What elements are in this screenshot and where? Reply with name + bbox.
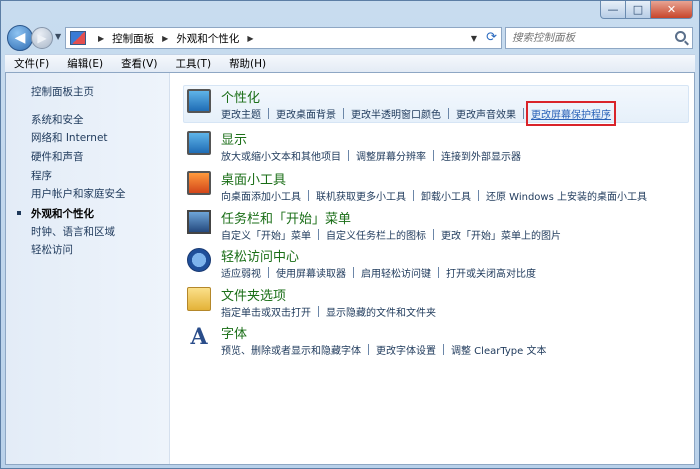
breadcrumb-appearance[interactable]: 外观和个性化 [176, 31, 239, 46]
link-change-sound-effects[interactable]: 更改声音效果 [456, 106, 516, 121]
category-title[interactable]: 显示 [221, 129, 247, 148]
category-title[interactable]: 任务栏和「开始」菜单 [221, 208, 351, 227]
sidebar-item-clock-language[interactable]: 时钟、语言和区域 [31, 224, 115, 239]
sidebar-item-appearance: 外观和个性化 [31, 208, 94, 220]
breadcrumb-arrow-icon[interactable]: ▶ [247, 34, 253, 43]
gadget-icon[interactable] [187, 171, 211, 195]
link-turn-on-easy-access-keys[interactable]: 启用轻松访问键 [361, 265, 431, 280]
sidebar-item-user-accounts[interactable]: 用户帐户和家庭安全 [31, 186, 126, 201]
sidebar-item-network[interactable]: 网络和 Internet [31, 130, 108, 145]
close-button[interactable]: ✕ [651, 1, 693, 19]
link-use-screen-reader[interactable]: 使用屏幕读取器 [276, 265, 346, 280]
content-area: 控制面板主页 系统和安全 网络和 Internet 硬件和声音 程序 用户帐户和… [5, 72, 695, 465]
menu-view[interactable]: 查看(V) [112, 56, 166, 71]
category-folder-options: 文件夹选项 指定单击或双击打开 显示隐藏的文件和文件夹 [185, 285, 685, 325]
back-button[interactable]: ◀ [7, 25, 33, 51]
breadcrumb-arrow-icon[interactable]: ▶ [98, 34, 104, 43]
category-display: 显示 放大或缩小文本和其他项目 调整屏幕分辨率 连接到外部显示器 [185, 129, 685, 169]
link-adjust-cleartype[interactable]: 调整 ClearType 文本 [451, 342, 546, 357]
font-icon[interactable]: A [187, 325, 211, 349]
monitor-icon[interactable] [187, 89, 211, 113]
menu-file[interactable]: 文件(F) [5, 56, 58, 71]
link-change-start-menu-picture[interactable]: 更改「开始」菜单上的图片 [441, 227, 561, 242]
search-icon[interactable] [675, 31, 686, 42]
sidebar-item-system-security[interactable]: 系统和安全 [31, 112, 84, 127]
menu-bar: 文件(F) 编辑(E) 查看(V) 工具(T) 帮助(H) [5, 54, 695, 72]
link-change-font-settings[interactable]: 更改字体设置 [376, 342, 436, 357]
accessibility-icon[interactable] [187, 248, 211, 272]
category-desktop-gadgets: 桌面小工具 向桌面添加小工具 联机获取更多小工具 卸载小工具 还原 Window… [185, 169, 685, 209]
category-title[interactable]: 轻松访问中心 [221, 246, 299, 265]
maximize-button[interactable]: □ [626, 1, 651, 19]
link-show-hidden-files[interactable]: 显示隐藏的文件和文件夹 [326, 304, 436, 319]
folder-icon[interactable] [187, 287, 211, 311]
sidebar-item-control-panel-home[interactable]: 控制面板主页 [31, 84, 94, 99]
link-add-gadgets[interactable]: 向桌面添加小工具 [221, 188, 301, 203]
menu-tools[interactable]: 工具(T) [166, 56, 220, 71]
taskbar-icon[interactable] [187, 210, 211, 234]
link-accommodate-low-vision[interactable]: 适应弱视 [221, 265, 261, 280]
link-customize-taskbar-icons[interactable]: 自定义任务栏上的图标 [326, 227, 426, 242]
link-restore-gadgets[interactable]: 还原 Windows 上安装的桌面小工具 [486, 188, 647, 203]
link-get-more-gadgets[interactable]: 联机获取更多小工具 [316, 188, 406, 203]
breadcrumb-arrow-icon[interactable]: ▶ [162, 34, 168, 43]
refresh-icon[interactable]: ⟳ [486, 30, 497, 45]
link-high-contrast[interactable]: 打开或关闭高对比度 [446, 265, 536, 280]
category-fonts: A 字体 预览、删除或者显示和隐藏字体 更改字体设置 调整 ClearType … [185, 323, 685, 363]
address-bar[interactable]: ▶ 控制面板 ▶ 外观和个性化 ▶ ▼ ⟳ [65, 27, 502, 49]
link-connect-external-display[interactable]: 连接到外部显示器 [441, 148, 521, 163]
control-panel-window: — □ ✕ ◀ ▶ ▼ ▶ 控制面板 ▶ 外观和个性化 ▶ ▼ ⟳ 文件(F) … [0, 0, 700, 469]
menu-help[interactable]: 帮助(H) [220, 56, 275, 71]
menu-edit[interactable]: 编辑(E) [58, 56, 112, 71]
main-panel: 个性化 更改主题 更改桌面背景 更改半透明窗口颜色 更改声音效果 更改屏幕保护程… [171, 73, 694, 464]
link-change-theme[interactable]: 更改主题 [221, 106, 261, 121]
link-change-window-color[interactable]: 更改半透明窗口颜色 [351, 106, 441, 121]
link-adjust-resolution[interactable]: 调整屏幕分辨率 [356, 148, 426, 163]
sidebar-item-ease-of-access[interactable]: 轻松访问 [31, 242, 73, 257]
category-title[interactable]: 桌面小工具 [221, 169, 286, 188]
search-box[interactable] [505, 27, 693, 49]
breadcrumb-control-panel[interactable]: 控制面板 [112, 31, 154, 46]
link-preview-fonts[interactable]: 预览、删除或者显示和隐藏字体 [221, 342, 361, 357]
category-title[interactable]: 字体 [221, 323, 247, 342]
display-icon[interactable] [187, 131, 211, 155]
link-single-double-click[interactable]: 指定单击或双击打开 [221, 304, 311, 319]
minimize-button[interactable]: — [600, 1, 626, 19]
category-title[interactable]: 文件夹选项 [221, 285, 286, 304]
category-title[interactable]: 个性化 [221, 87, 260, 106]
category-personalization: 个性化 更改主题 更改桌面背景 更改半透明窗口颜色 更改声音效果 更改屏幕保护程… [185, 87, 685, 127]
sidebar-item-programs[interactable]: 程序 [31, 168, 52, 183]
address-dropdown-icon[interactable]: ▼ [471, 34, 477, 43]
window-controls: — □ ✕ [600, 1, 693, 19]
recent-pages-dropdown-icon[interactable]: ▼ [55, 32, 61, 41]
category-taskbar-start-menu: 任务栏和「开始」菜单 自定义「开始」菜单 自定义任务栏上的图标 更改「开始」菜单… [185, 208, 685, 248]
control-panel-icon [70, 31, 86, 45]
search-input[interactable] [512, 32, 662, 44]
current-item-bullet-icon [17, 211, 21, 215]
link-change-desktop-background[interactable]: 更改桌面背景 [276, 106, 336, 121]
link-customize-start-menu[interactable]: 自定义「开始」菜单 [221, 227, 311, 242]
link-uninstall-gadget[interactable]: 卸载小工具 [421, 188, 471, 203]
sidebar-item-hardware-sound[interactable]: 硬件和声音 [31, 149, 84, 164]
link-make-text-larger[interactable]: 放大或缩小文本和其他项目 [221, 148, 341, 163]
sidebar: 控制面板主页 系统和安全 网络和 Internet 硬件和声音 程序 用户帐户和… [6, 73, 170, 464]
link-change-screen-saver[interactable]: 更改屏幕保护程序 [526, 101, 616, 126]
navigation-bar: ◀ ▶ ▼ ▶ 控制面板 ▶ 外观和个性化 ▶ ▼ ⟳ [5, 23, 695, 53]
forward-button[interactable]: ▶ [31, 27, 53, 49]
category-ease-of-access: 轻松访问中心 适应弱视 使用屏幕读取器 启用轻松访问键 打开或关闭高对比度 [185, 246, 685, 286]
